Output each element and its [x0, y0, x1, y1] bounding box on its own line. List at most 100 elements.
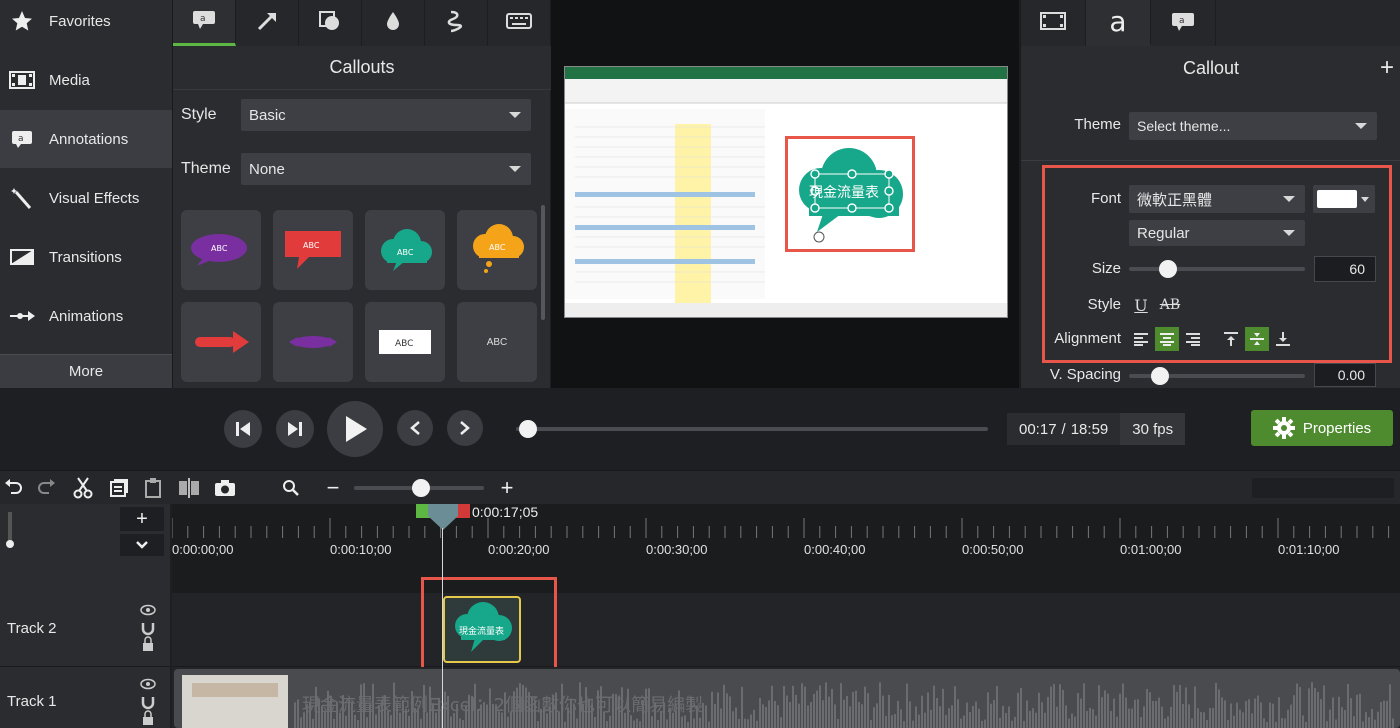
undo-button[interactable] — [0, 476, 26, 500]
split-button[interactable] — [176, 476, 202, 500]
text-a-icon: a — [1109, 5, 1127, 38]
callout-thumb-oval-purple[interactable]: ABC — [181, 210, 261, 290]
zoom-in-button[interactable]: + — [494, 475, 520, 500]
track-body-spacer — [172, 560, 1400, 593]
zoom-slider-handle[interactable] — [412, 479, 430, 497]
zoom-button[interactable] — [278, 476, 304, 500]
properties-button-label: Properties — [1302, 419, 1372, 437]
track-controls-icons[interactable] — [140, 677, 156, 728]
next-marker-button[interactable] — [447, 410, 483, 446]
copy-button[interactable] — [106, 476, 132, 500]
camtasia-window: Favorites Media a Annotations Visual Eff… — [0, 0, 1400, 728]
arrow-icon — [256, 10, 278, 37]
tab-text-properties[interactable]: a — [1086, 0, 1151, 46]
tab-annotation-properties[interactable]: a — [1151, 0, 1216, 46]
sidebar-item-animations[interactable]: Animations — [0, 287, 172, 345]
sidebar-item-visual-effects[interactable]: Visual Effects — [0, 169, 172, 227]
callout-thumb-arrow-purple[interactable] — [273, 302, 353, 382]
collapse-tracks-button[interactable] — [120, 534, 164, 556]
video-thumbnail — [182, 675, 288, 728]
properties-title: Callout — [1182, 57, 1240, 78]
callout-text[interactable]: 現金流量表 — [809, 182, 879, 202]
magic-wand-icon — [8, 187, 36, 209]
thumb-label: ABC — [395, 339, 413, 349]
gear-icon — [1272, 417, 1295, 439]
tick-label: 0:00:30;00 — [646, 542, 708, 557]
properties-button[interactable]: Properties — [1251, 410, 1393, 446]
track-height-handle[interactable] — [6, 540, 14, 548]
selection-out-marker[interactable] — [456, 504, 470, 518]
playback-scrubber-track[interactable] — [516, 427, 988, 431]
callout-thumb-text-only[interactable]: ABC — [457, 302, 537, 382]
tools-sidebar: Favorites Media a Annotations Visual Eff… — [0, 0, 172, 388]
callout-thumb-cloud-teal[interactable]: ABC — [365, 210, 445, 290]
timeline-video-clip[interactable]: 現金流量表範例Excel：2個函數你也可以簡易編製 — [174, 669, 1400, 728]
sidebar-item-media[interactable]: Media — [0, 51, 172, 109]
style-select-value: Basic — [249, 106, 286, 124]
callout-thumb-cloud-orange[interactable]: ABC — [457, 210, 537, 290]
font-settings-highlight-frame — [1042, 165, 1392, 363]
cut-button[interactable] — [70, 476, 96, 500]
step-forward-button[interactable] — [276, 410, 314, 448]
timeline-toolbar: − + — [0, 470, 1400, 504]
callouts-panel: a Callouts Style Basic Theme None ABC AB… — [172, 0, 551, 388]
divider — [1021, 160, 1400, 161]
redo-icon — [38, 479, 55, 494]
ruler-ticks — [172, 518, 1390, 538]
play-icon — [346, 416, 367, 442]
playback-scrubber-handle[interactable] — [519, 420, 537, 438]
track-header-track-1[interactable]: Track 1 — [0, 667, 170, 728]
drop-icon — [385, 10, 401, 37]
vspacing-slider-handle[interactable] — [1151, 367, 1169, 385]
tab-visual-properties[interactable] — [1021, 0, 1086, 46]
properties-theme-select[interactable]: Select theme... — [1129, 112, 1377, 140]
paste-button[interactable] — [140, 476, 166, 500]
add-icon[interactable]: + — [1380, 54, 1394, 82]
timeline-ruler[interactable]: 0:00:00;00 0:00:10;00 0:00:20;00 0:00:30… — [172, 504, 1400, 560]
tab-arrows-lines[interactable] — [236, 0, 299, 46]
track-controls-icons[interactable] — [140, 603, 156, 657]
shapes-icon — [318, 10, 342, 37]
tick-label: 0:01:10;00 — [1278, 542, 1340, 557]
tab-keystroke[interactable] — [488, 0, 551, 46]
previous-marker-button[interactable] — [397, 410, 433, 446]
sidebar-item-annotations[interactable]: a Annotations — [0, 110, 172, 168]
vspacing-input[interactable]: 0.00 — [1314, 363, 1376, 387]
tick-label: 0:00:10;00 — [330, 542, 392, 557]
play-button[interactable] — [327, 401, 383, 457]
gallery-scrollbar[interactable] — [541, 205, 545, 320]
callout-thumb-arrow-red[interactable] — [181, 302, 261, 382]
callout-icon: a — [191, 8, 217, 35]
step-back-button[interactable] — [224, 410, 262, 448]
sidebar-item-label: Transitions — [49, 248, 122, 266]
redo-button[interactable] — [34, 476, 60, 500]
copy-icon — [110, 479, 128, 497]
track-header-track-2[interactable]: Track 2 — [0, 593, 170, 667]
tab-callouts[interactable]: a — [173, 0, 236, 46]
snapshot-button[interactable] — [212, 476, 238, 500]
panel-title: Callouts — [173, 46, 551, 90]
callout-thumb-white-box[interactable]: ABC — [365, 302, 445, 382]
sidebar-item-transitions[interactable]: Transitions — [0, 228, 172, 286]
track-label: Track 2 — [7, 620, 57, 637]
scissors-icon — [73, 477, 93, 499]
svg-text:a: a — [1179, 16, 1185, 26]
more-button[interactable]: More — [0, 354, 172, 388]
track-header-controls: + — [0, 504, 170, 560]
playhead-handle[interactable] — [428, 504, 458, 530]
timeline-search-field[interactable] — [1252, 478, 1394, 498]
theme-select[interactable]: None — [241, 153, 531, 185]
callout-thumb-rect-red[interactable]: ABC — [273, 210, 353, 290]
add-track-button[interactable]: + — [120, 507, 164, 531]
film-icon — [1040, 11, 1066, 36]
sidebar-item-label: Visual Effects — [49, 189, 140, 207]
style-select[interactable]: Basic — [241, 99, 531, 131]
zoom-out-button[interactable]: − — [320, 475, 346, 500]
track-body-track-2[interactable] — [172, 593, 1400, 667]
tab-shapes[interactable] — [299, 0, 362, 46]
sidebar-item-favorites[interactable]: Favorites — [0, 0, 172, 50]
properties-panel: a a Callout + Theme Select theme... Font… — [1020, 0, 1400, 388]
tab-sketch-motion[interactable] — [425, 0, 488, 46]
tab-blur-highlight[interactable] — [362, 0, 425, 46]
sidebar-item-label: Animations — [49, 307, 124, 325]
